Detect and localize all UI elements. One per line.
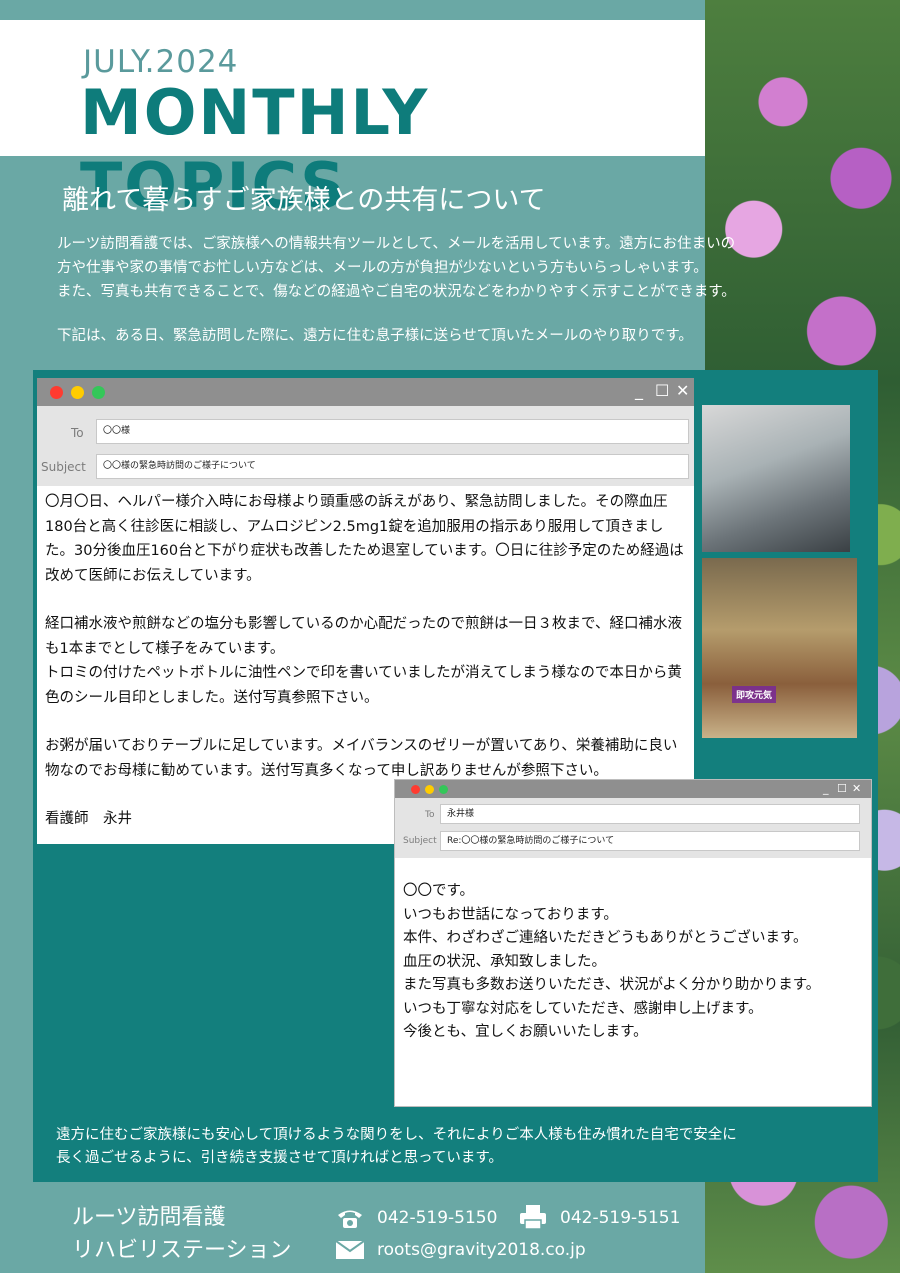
subject-field[interactable]: 〇〇様の緊急時訪問のご様子について	[96, 454, 689, 479]
month-label: JULY.2024	[83, 44, 239, 80]
subject-label: Subject	[403, 836, 437, 846]
product-label: 即攻元気	[732, 686, 777, 703]
email-paragraph: 〇月〇日、ヘルパー様介入時にお母様より頭重感の訴えがあり、緊急訪問しました。その…	[45, 494, 684, 584]
email-line: また写真も多数お送りいただき、状況がよく分かり助かります。	[403, 977, 821, 993]
drinks-box-photo: 即攻元気	[702, 558, 857, 738]
email-paragraph: 経口補水液や煎餅などの塩分も影響しているのか心配だったので煎餅は一日３枚まで、経…	[45, 616, 682, 706]
maximize-dot-icon[interactable]	[92, 386, 105, 399]
email-window-outgoing: _ ☐ ✕ To 〇〇様 Subject 〇〇様の緊急時訪問のご様子について 〇…	[37, 378, 694, 844]
phone-icon	[338, 1210, 362, 1228]
to-field[interactable]: 〇〇様	[96, 419, 689, 444]
email-line: 今後とも、宜しくお願いいたします。	[403, 1024, 648, 1040]
minimize-icon[interactable]: _	[823, 780, 829, 798]
close-dot-icon[interactable]	[411, 785, 420, 794]
minimize-icon[interactable]: _	[635, 381, 643, 401]
top-band	[0, 0, 705, 20]
email-body: 〇〇です。 いつもお世話になっております。 本件、わざわざご連絡いただきどうもあ…	[403, 880, 868, 1045]
closing-line: 長く過ごせるように、引き続き支援させて頂ければと思っています。	[56, 1150, 503, 1166]
intro-line: ルーツ訪問看護では、ご家族様への情報共有ツールとして、メールを活用しています。遠…	[57, 236, 736, 252]
window-titlebar: _ ☐ ✕	[395, 780, 871, 798]
email-window-reply: _ ☐ ✕ To 永井様 Subject Re:〇〇様の緊急時訪問のご様子につい…	[394, 779, 872, 1107]
fax-number[interactable]: 042-519-5151	[560, 1208, 680, 1228]
fridge-photo	[702, 405, 850, 552]
org-name-line2: リハビリステーション	[72, 1238, 292, 1263]
minimize-dot-icon[interactable]	[71, 386, 84, 399]
email-header-fields: To 永井様 Subject Re:〇〇様の緊急時訪問のご様子について	[395, 798, 871, 858]
email-paragraph: お粥が届いておりテーブルに足しています。メイバランスのゼリーが置いてあり、栄養補…	[45, 738, 678, 779]
maximize-dot-icon[interactable]	[439, 785, 448, 794]
window-titlebar: _ ☐ ✕	[37, 378, 694, 406]
header-band: JULY.2024 MONTHLY TOPICS	[0, 20, 705, 222]
org-name-line1: ルーツ訪問看護	[72, 1205, 226, 1230]
intro-line: 方や仕事や家の事情でお忙しい方などは、メールの方が負担が少ないという方もいらっし…	[57, 260, 708, 276]
mail-icon	[336, 1241, 364, 1259]
email-address[interactable]: roots@gravity2018.co.jp	[377, 1240, 586, 1260]
phone-number[interactable]: 042-519-5150	[377, 1208, 497, 1228]
email-line: 血圧の状況、承知致しました。	[403, 953, 606, 970]
email-line: いつもお世話になっております。	[403, 906, 618, 923]
intro-note: 下記は、ある日、緊急訪問した際に、遠方に住む息子様に送らせて頂いたメールのやり取…	[57, 328, 693, 344]
to-label: To	[71, 426, 84, 440]
intro-text: ルーツ訪問看護では、ご家族様への情報共有ツールとして、メールを活用しています。遠…	[57, 232, 847, 304]
subject-label: Subject	[41, 460, 86, 474]
email-line: 〇〇です。	[403, 883, 475, 899]
email-line: いつも丁寧な対応をしていただき、感謝申し上げます。	[403, 1000, 763, 1017]
fax-icon	[520, 1205, 546, 1230]
email-header-fields: To 〇〇様 Subject 〇〇様の緊急時訪問のご様子について	[37, 406, 694, 486]
section-title: 離れて暮らすご家族様との共有について	[62, 185, 546, 216]
closing-text: 遠方に住むご家族様にも安心して頂けるような関りをし、それによりご本人様も住み慣れ…	[56, 1124, 856, 1170]
intro-line: また、写真も共有できることで、傷などの経過やご自宅の状況などをわかりやすく示すこ…	[57, 284, 736, 300]
subject-field[interactable]: Re:〇〇様の緊急時訪問のご様子について	[440, 831, 860, 851]
to-label: To	[425, 810, 435, 820]
maximize-icon[interactable]: ☐	[655, 381, 669, 401]
email-line: 本件、わざわざご連絡いただきどうもありがとうございます。	[403, 930, 808, 946]
close-dot-icon[interactable]	[50, 386, 63, 399]
maximize-icon[interactable]: ☐	[837, 780, 847, 798]
close-icon[interactable]: ✕	[852, 780, 861, 798]
to-field[interactable]: 永井様	[440, 804, 860, 824]
closing-line: 遠方に住むご家族様にも安心して頂けるような関りをし、それによりご本人様も住み慣れ…	[56, 1127, 737, 1143]
minimize-dot-icon[interactable]	[425, 785, 434, 794]
close-icon[interactable]: ✕	[676, 381, 689, 401]
